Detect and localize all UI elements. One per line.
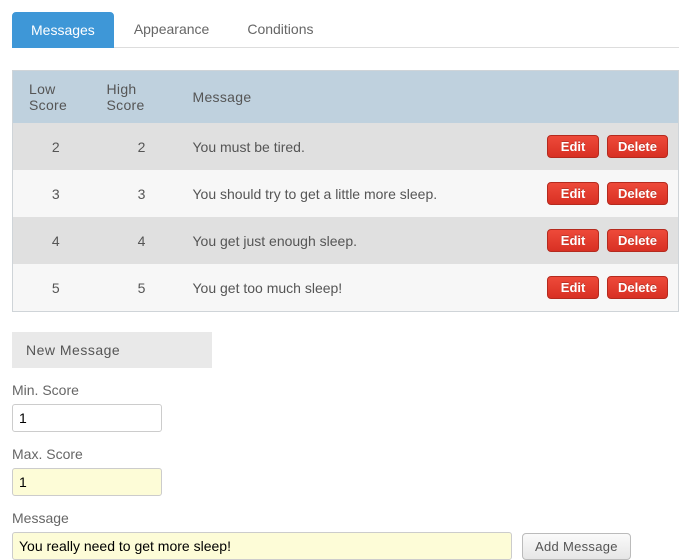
min-score-input[interactable] — [12, 404, 162, 432]
header-low-score: Low Score — [13, 71, 99, 124]
cell-actions: Edit Delete — [529, 264, 679, 312]
edit-button[interactable]: Edit — [547, 276, 599, 299]
delete-button[interactable]: Delete — [607, 182, 668, 205]
table-row: 5 5 You get too much sleep! Edit Delete — [13, 264, 679, 312]
header-high-score: High Score — [99, 71, 185, 124]
delete-button[interactable]: Delete — [607, 276, 668, 299]
cell-high: 2 — [99, 123, 185, 170]
cell-message: You get too much sleep! — [185, 264, 529, 312]
cell-low: 4 — [13, 217, 99, 264]
cell-actions: Edit Delete — [529, 217, 679, 264]
cell-actions: Edit Delete — [529, 170, 679, 217]
cell-high: 5 — [99, 264, 185, 312]
tabs: Messages Appearance Conditions — [12, 12, 679, 48]
table-row: 3 3 You should try to get a little more … — [13, 170, 679, 217]
delete-button[interactable]: Delete — [607, 229, 668, 252]
edit-button[interactable]: Edit — [547, 182, 599, 205]
cell-low: 5 — [13, 264, 99, 312]
messages-table: Low Score High Score Message 2 2 You mus… — [12, 70, 679, 312]
new-message-heading: New Message — [12, 332, 212, 368]
cell-actions: Edit Delete — [529, 123, 679, 170]
message-label: Message — [12, 510, 679, 526]
cell-message: You should try to get a little more slee… — [185, 170, 529, 217]
cell-low: 3 — [13, 170, 99, 217]
table-row: 4 4 You get just enough sleep. Edit Dele… — [13, 217, 679, 264]
edit-button[interactable]: Edit — [547, 135, 599, 158]
table-row: 2 2 You must be tired. Edit Delete — [13, 123, 679, 170]
header-actions — [529, 71, 679, 124]
add-message-button[interactable]: Add Message — [522, 533, 631, 560]
delete-button[interactable]: Delete — [607, 135, 668, 158]
tab-appearance[interactable]: Appearance — [116, 12, 228, 48]
cell-high: 4 — [99, 217, 185, 264]
max-score-input[interactable] — [12, 468, 162, 496]
min-score-label: Min. Score — [12, 382, 679, 398]
tab-conditions[interactable]: Conditions — [229, 12, 331, 48]
cell-high: 3 — [99, 170, 185, 217]
header-message: Message — [185, 71, 529, 124]
cell-low: 2 — [13, 123, 99, 170]
cell-message: You get just enough sleep. — [185, 217, 529, 264]
cell-message: You must be tired. — [185, 123, 529, 170]
tab-messages[interactable]: Messages — [12, 12, 114, 48]
message-input[interactable] — [12, 532, 512, 560]
edit-button[interactable]: Edit — [547, 229, 599, 252]
table-header-row: Low Score High Score Message — [13, 71, 679, 124]
max-score-label: Max. Score — [12, 446, 679, 462]
